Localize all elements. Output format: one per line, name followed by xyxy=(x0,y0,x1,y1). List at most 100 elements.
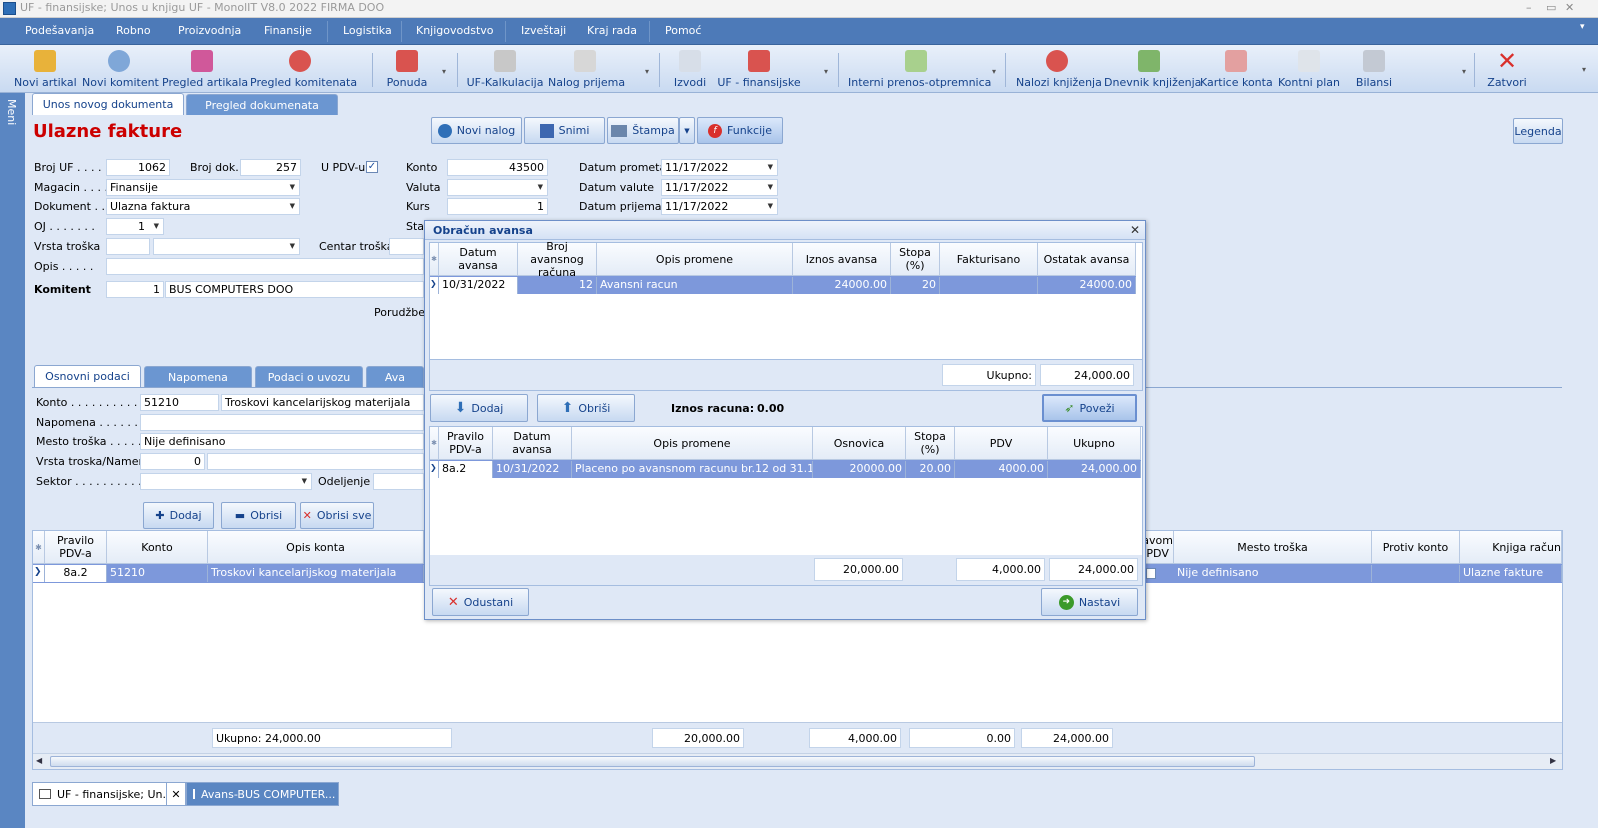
avans-broj[interactable]: 12 xyxy=(518,277,597,294)
basic-odeljenje-field[interactable] xyxy=(373,473,424,490)
dialog-obrisi-button[interactable]: ⬆ Obriši xyxy=(537,394,635,422)
col-konto[interactable]: Konto xyxy=(107,531,208,564)
basic-konto-name-field[interactable]: Troskovi kancelarijskog materijala xyxy=(221,394,424,411)
tab-pregled-dokumenata[interactable]: Pregled dokumenata xyxy=(186,94,338,116)
kontni-plan-button[interactable]: Kontni plan xyxy=(1278,45,1340,93)
magacin-select[interactable]: Finansije ▼ xyxy=(106,179,300,196)
row-protiv-konto[interactable] xyxy=(1372,565,1460,582)
basic-dodaj-button[interactable]: ✚ Dodaj xyxy=(143,502,214,529)
tab-podaci-o-uvozu[interactable]: Podaci o uvozu xyxy=(255,366,363,388)
novi-komitent-button[interactable]: Novi komitent xyxy=(82,45,159,93)
col-pravilo-pdv[interactable]: Pravilo PDV-a xyxy=(439,427,493,460)
col-opis-konta[interactable]: Opis konta xyxy=(208,531,424,564)
col-datum-avansa[interactable]: Datum avansa xyxy=(493,427,572,460)
task-close-icon[interactable]: ✕ xyxy=(166,782,186,806)
scroll-right-icon[interactable]: ▶ xyxy=(1550,756,1556,765)
col-datum-avansa[interactable]: Datum avansa xyxy=(439,243,518,276)
row-mesto[interactable]: Nije definisano xyxy=(1174,565,1372,582)
dropdown-arrow-icon[interactable]: ▾ xyxy=(824,67,828,76)
nalozi-knjizenja-button[interactable]: Nalozi knjiženja xyxy=(1016,45,1102,93)
basic-konto-field[interactable]: 51210 xyxy=(140,394,219,411)
snimi-button[interactable]: Snimi xyxy=(524,117,605,144)
scroll-left-icon[interactable]: ◀ xyxy=(36,756,42,765)
scrollbar-thumb[interactable] xyxy=(50,756,1255,767)
menu-pomoc[interactable]: Pomoć xyxy=(665,24,701,37)
tab-napomena[interactable]: Napomena xyxy=(144,366,252,388)
placeno-pdv[interactable]: 4000.00 xyxy=(955,461,1048,478)
pregled-artikala-button[interactable]: Pregled artikala xyxy=(162,45,248,93)
valuta-select[interactable]: ▼ xyxy=(447,179,548,196)
kartice-konta-button[interactable]: Kartice konta xyxy=(1200,45,1273,93)
datum-prometa-picker[interactable]: 11/17/2022 ▼ xyxy=(661,159,778,176)
izvodi-button[interactable]: Izvodi xyxy=(668,45,712,93)
basic-mesto-field[interactable]: Nije definisano xyxy=(140,433,424,450)
novi-nalog-button[interactable]: Novi nalog xyxy=(431,117,522,144)
col-pdv[interactable]: PDV xyxy=(955,427,1048,460)
datum-valute-picker[interactable]: 11/17/2022 ▼ xyxy=(661,179,778,196)
avans-iznos[interactable]: 24000.00 xyxy=(793,277,891,294)
menu-proizvodnja[interactable]: Proizvodnja xyxy=(178,24,241,37)
dropdown-arrow-icon[interactable]: ▾ xyxy=(645,67,649,76)
avans-opis[interactable]: Avansni racun xyxy=(597,277,793,294)
menu-finansije[interactable]: Finansije xyxy=(264,24,312,37)
centar-troska-field[interactable] xyxy=(389,238,424,255)
broj-dok-field[interactable]: 257 xyxy=(240,159,301,176)
row-opis[interactable]: Troskovi kancelarijskog materijala xyxy=(208,565,424,582)
ponuda-button[interactable]: Ponuda xyxy=(382,45,432,93)
kurs-field[interactable]: 1 xyxy=(447,198,548,215)
basic-sektor-select[interactable]: ▼ xyxy=(140,473,312,490)
basic-vrsta-field[interactable]: 0 xyxy=(140,453,205,470)
col-mesto-troska[interactable]: Mesto troška xyxy=(1174,531,1372,564)
row-knjiga[interactable]: Ulazne fakture xyxy=(1460,565,1562,582)
row-pdv-checkbox[interactable] xyxy=(1146,568,1156,579)
u-pdv-checkbox[interactable]: ✓ xyxy=(366,161,378,173)
basic-napomena-field[interactable] xyxy=(140,414,424,431)
col-fakturisano[interactable]: Fakturisano xyxy=(940,243,1038,276)
vrsta-troska-code-field[interactable] xyxy=(106,238,150,255)
side-menu[interactable]: Meni xyxy=(0,93,25,828)
tab-osnovni-podaci[interactable]: Osnovni podaci xyxy=(34,365,141,387)
col-osnovica[interactable]: Osnovica xyxy=(813,427,906,460)
komitent-name-field[interactable]: BUS COMPUTERS DOO xyxy=(165,281,424,298)
povezi-button[interactable]: ➶ Poveži xyxy=(1042,394,1137,422)
datum-prijema-picker[interactable]: 11/17/2022 ▼ xyxy=(661,198,778,215)
col-protiv-konto[interactable]: Protiv konto xyxy=(1372,531,1460,564)
menu-podesavanja[interactable]: Podešavanja xyxy=(25,24,94,37)
placeno-stopa[interactable]: 20.00 xyxy=(906,461,955,478)
avans-stopa[interactable]: 20 xyxy=(891,277,940,294)
maximize-icon[interactable]: ▭ xyxy=(1546,1,1556,14)
row-pravilo[interactable]: 8a.2 xyxy=(45,565,107,582)
placeno-ukupno[interactable]: 24,000.00 xyxy=(1048,461,1141,478)
placeno-pravilo[interactable]: 8a.2 xyxy=(439,461,493,478)
col-ukupno[interactable]: Ukupno xyxy=(1048,427,1141,460)
col-knjiga-racuna[interactable]: Knjiga račun xyxy=(1460,531,1562,564)
menu-kraj-rada[interactable]: Kraj rada xyxy=(587,24,637,37)
tab-avans[interactable]: Ava xyxy=(366,366,424,388)
legenda-button[interactable]: Legenda xyxy=(1513,118,1563,144)
dokument-select[interactable]: Ulazna faktura ▼ xyxy=(106,198,300,215)
placeno-osnovica[interactable]: 20000.00 xyxy=(813,461,906,478)
basic-obrisi-sve-button[interactable]: ✕ Obrisi sve xyxy=(300,502,374,529)
stampa-dropdown-button[interactable]: ▼ xyxy=(679,117,695,144)
uf-kalkulacija-button[interactable]: UF-Kalkulacija xyxy=(466,45,544,93)
konto-field[interactable]: 43500 xyxy=(447,159,548,176)
interni-prenos-button[interactable]: Interni prenos-otpremnica xyxy=(848,45,991,93)
close-window-icon[interactable]: ✕ xyxy=(1565,1,1574,14)
vrsta-troska-select[interactable]: ▼ xyxy=(153,238,300,255)
uf-finansijske-button[interactable]: UF - finansijske xyxy=(716,45,802,93)
menu-robno[interactable]: Robno xyxy=(116,24,151,37)
placeno-opis[interactable]: Placeno po avansnom racunu br.12 od 31.1… xyxy=(572,461,813,478)
avans-fakturisano[interactable] xyxy=(940,277,1038,294)
tab-unos-novog-dokumenta[interactable]: Unos novog dokumenta xyxy=(32,93,184,115)
odustani-button[interactable]: ✕ Odustani xyxy=(432,588,529,616)
novi-artikal-button[interactable]: Novi artikal xyxy=(14,45,77,93)
dialog-dodaj-button[interactable]: ⬇ Dodaj xyxy=(430,394,528,422)
col-stopa[interactable]: Stopa (%) xyxy=(891,243,940,276)
zatvori-button[interactable]: ✕ Zatvori xyxy=(1484,45,1530,93)
col-opis-promene[interactable]: Opis promene xyxy=(572,427,813,460)
dropdown-arrow-icon[interactable]: ▾ xyxy=(1462,67,1466,76)
col-avom-pdv[interactable]: avom PDV xyxy=(1146,531,1174,564)
funkcije-button[interactable]: f Funkcije xyxy=(697,117,783,144)
menu-chevron-icon[interactable]: ▾ xyxy=(1580,22,1585,32)
dropdown-arrow-icon[interactable]: ▾ xyxy=(442,67,446,76)
